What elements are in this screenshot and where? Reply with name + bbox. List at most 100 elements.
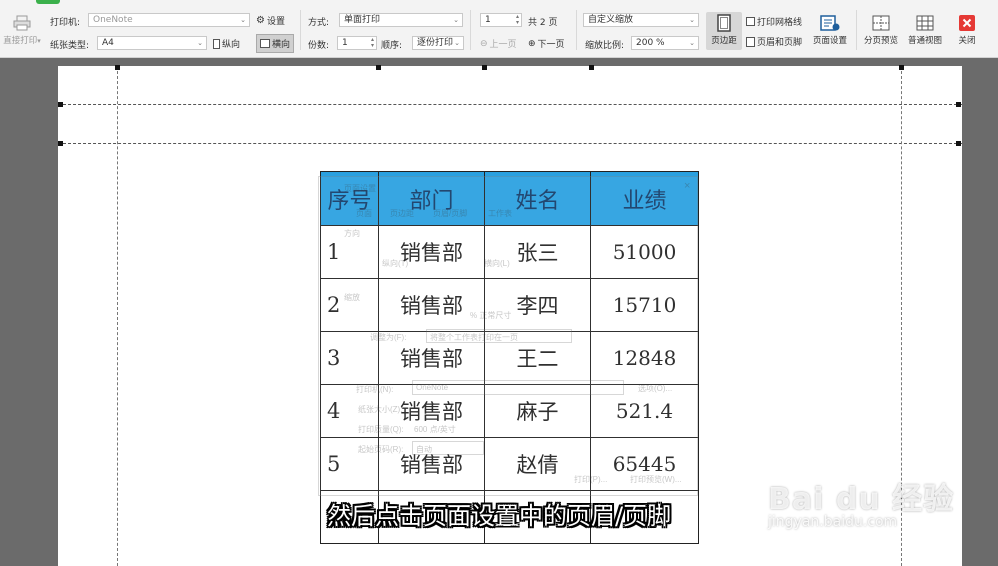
margin-handle[interactable] <box>482 65 487 70</box>
paper-type-label: 纸张类型: <box>50 41 90 51</box>
printer-value: OneNote <box>93 15 133 25</box>
chevron-down-icon: ⌄ <box>454 39 460 47</box>
table-row: 1 销售部 张三 51000 <box>320 225 699 279</box>
close-preview-button[interactable]: 关闭 <box>952 12 982 50</box>
toolbar-divider <box>576 10 577 50</box>
table-cell: 65445 <box>590 437 699 491</box>
margins-button[interactable]: 页边距 <box>706 12 742 50</box>
print-gridlines-label: 打印网格线 <box>757 18 803 28</box>
left-margin-line[interactable] <box>117 66 118 566</box>
column-header: 序号 <box>320 171 379 226</box>
chevron-down-icon: ⌄ <box>453 16 459 24</box>
table-cell: 521.4 <box>590 384 699 438</box>
table-cell: 销售部 <box>378 278 485 332</box>
header-margin-line[interactable] <box>58 104 962 105</box>
header-footer-button[interactable]: 页眉和页脚 <box>746 35 802 48</box>
table-cell: 4 <box>320 384 379 438</box>
table-cell: 12848 <box>590 331 699 385</box>
top-margin-line[interactable] <box>58 143 962 144</box>
printer-settings-label: 设置 <box>266 17 285 27</box>
table-cell: 15710 <box>590 278 699 332</box>
zoom-select[interactable]: 200 % ⌄ <box>631 36 699 50</box>
toolbar-divider <box>856 10 857 50</box>
printer-select[interactable]: OneNote ⌄ <box>88 13 250 27</box>
table-row: 4 销售部 麻子 521.4 <box>320 384 699 438</box>
printer-settings-button[interactable]: ⚙ 设置 <box>256 14 285 27</box>
stepper-arrows-icon: ▴ ▾ <box>515 13 519 26</box>
page-break-icon <box>861 12 901 34</box>
print-mode-label: 方式: <box>308 18 330 28</box>
total-pages: 共 2 页 <box>528 18 558 28</box>
table-row: 2 销售部 李四 15710 <box>320 278 699 332</box>
print-preview-toolbar: 直接打印▾ 打印机: OneNote ⌄ ⚙ 设置 纸张类型: A4 ⌄ 纵向 横向… <box>0 0 998 58</box>
print-mode-value: 单面打印 <box>344 15 381 25</box>
next-arrow-icon: ⊕ <box>528 38 536 49</box>
table-cell: 销售部 <box>378 384 485 438</box>
table-header-row: 序号 部门 姓名 业绩 <box>320 171 699 226</box>
order-select[interactable]: 逐份打印 ⌄ <box>412 36 464 50</box>
table-cell: 3 <box>320 331 379 385</box>
app-badge <box>36 0 60 4</box>
order-value: 逐份打印 <box>417 38 454 48</box>
portrait-button[interactable]: 纵向 <box>213 37 240 50</box>
normal-view-button[interactable]: 普通视图 <box>904 12 946 50</box>
gear-icon: ⚙ <box>256 15 265 26</box>
page-number-stepper[interactable]: 1 ▴ ▾ <box>480 13 522 27</box>
checkbox-icon <box>746 17 755 26</box>
margin-handle[interactable] <box>956 102 961 107</box>
landscape-button[interactable]: 横向 <box>256 34 295 53</box>
print-gridlines-checkbox[interactable]: 打印网格线 <box>746 15 802 28</box>
table-cell: 51000 <box>590 225 699 279</box>
margin-handle[interactable] <box>58 102 63 107</box>
normal-view-label: 普通视图 <box>907 36 942 46</box>
margin-handle[interactable] <box>115 65 120 70</box>
chevron-down-icon: ⌄ <box>240 16 246 24</box>
page-setup-button[interactable]: 页面设置 <box>810 12 850 50</box>
table-cell: 王二 <box>484 331 591 385</box>
paper-type-value: A4 <box>102 38 114 48</box>
copies-stepper[interactable]: 1 ▴ ▾ <box>337 36 377 50</box>
scale-mode-value: 自定义缩放 <box>588 15 634 25</box>
table-cell: 李四 <box>484 278 591 332</box>
printer-icon <box>0 12 44 34</box>
zoom-value: 200 % <box>636 38 665 48</box>
portrait-icon <box>213 38 220 49</box>
column-header: 姓名 <box>484 171 591 226</box>
stepper-arrows-icon: ▴ ▾ <box>370 36 374 49</box>
direct-print-button[interactable]: 直接打印▾ <box>0 12 44 50</box>
grid-icon <box>904 12 946 34</box>
baidu-logo: Bai du 经验 <box>768 482 955 517</box>
prev-page-button[interactable]: ⊖ 上一页 <box>480 37 517 51</box>
copies-value: 1 <box>342 38 348 48</box>
table-cell: 销售部 <box>378 331 485 385</box>
table-cell: 赵倩 <box>484 437 591 491</box>
baidu-jingyan-watermark: Bai du 经验 jingyan.baidu.com <box>760 470 990 540</box>
table-cell: 5 <box>320 437 379 491</box>
table-cell: 麻子 <box>484 384 591 438</box>
sales-table: 序号 部门 姓名 业绩 1 销售部 张三 51000 2 销售部 李四 1571… <box>320 171 699 544</box>
table-cell: 销售部 <box>378 437 485 491</box>
toolbar-divider <box>470 10 471 50</box>
copies-label: 份数: <box>308 41 330 51</box>
margin-handle[interactable] <box>589 65 594 70</box>
margin-handle[interactable] <box>956 141 961 146</box>
paper-type-select[interactable]: A4 ⌄ <box>97 36 207 50</box>
print-mode-select[interactable]: 单面打印 ⌄ <box>339 13 463 27</box>
margin-handle[interactable] <box>376 65 381 70</box>
margin-handle[interactable] <box>899 65 904 70</box>
header-footer-icon <box>746 36 755 47</box>
toolbar-divider <box>300 10 301 50</box>
column-header: 业绩 <box>590 171 699 226</box>
header-footer-label: 页眉和页脚 <box>757 38 803 48</box>
next-page-button[interactable]: ⊕ 下一页 <box>528 37 565 51</box>
margin-handle[interactable] <box>58 141 63 146</box>
margins-label: 页边距 <box>711 36 737 46</box>
table-cell: 销售部 <box>378 225 485 279</box>
page-break-preview-button[interactable]: 分页预览 <box>861 12 901 50</box>
table-cell: 张三 <box>484 225 591 279</box>
order-label: 顺序: <box>381 41 403 51</box>
landscape-icon <box>260 39 270 48</box>
close-label: 关闭 <box>958 36 976 46</box>
portrait-label: 纵向 <box>222 40 241 50</box>
scale-mode-select[interactable]: 自定义缩放 ⌄ <box>583 13 699 27</box>
